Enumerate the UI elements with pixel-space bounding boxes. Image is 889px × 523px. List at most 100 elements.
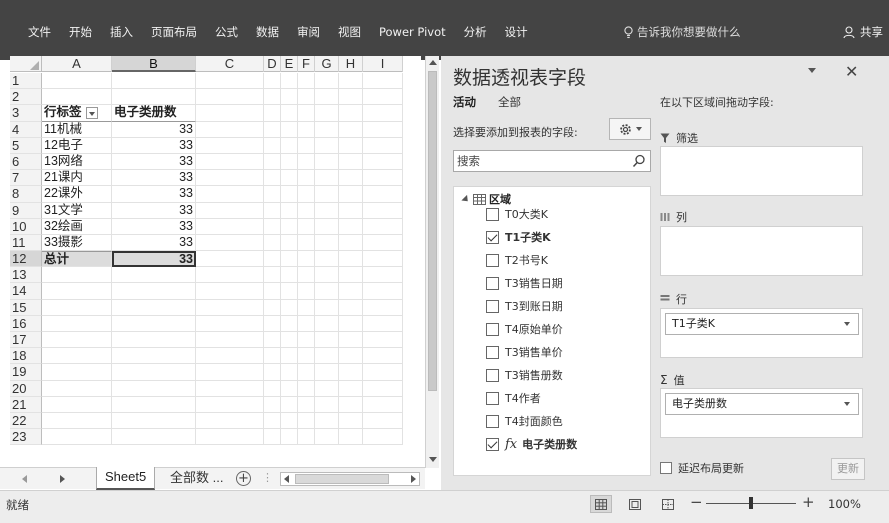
cell[interactable] <box>196 299 264 316</box>
field-item[interactable]: T3销售单价 <box>486 343 563 361</box>
cell[interactable] <box>264 429 281 446</box>
cell[interactable] <box>298 429 315 446</box>
column-header-e[interactable]: E <box>281 56 298 72</box>
column-header-b[interactable]: B <box>112 56 196 72</box>
sheet-tab-other[interactable]: 全部数 ... <box>166 468 227 489</box>
cell[interactable] <box>196 89 264 106</box>
pivot-row-label[interactable]: 31文学 <box>42 202 112 219</box>
cell[interactable] <box>298 73 315 90</box>
cell[interactable] <box>112 267 196 284</box>
add-sheet-button[interactable]: + <box>236 471 251 486</box>
field-item[interactable]: T1子类K <box>486 228 551 246</box>
cell[interactable] <box>281 380 298 397</box>
field-item[interactable]: T4作者 <box>486 389 541 407</box>
row-header[interactable]: 4 <box>10 121 42 138</box>
normal-view-button[interactable] <box>590 495 612 513</box>
cell[interactable] <box>363 89 403 106</box>
cell[interactable] <box>363 299 403 316</box>
cell[interactable] <box>339 153 363 171</box>
cell[interactable] <box>298 380 315 397</box>
cell[interactable] <box>264 332 281 349</box>
row-header[interactable]: 15 <box>10 299 42 316</box>
cell[interactable] <box>363 153 403 171</box>
search-icon[interactable] <box>632 154 646 168</box>
sheet-tab-active[interactable]: Sheet5 <box>96 467 156 490</box>
cell[interactable] <box>298 186 315 203</box>
field-item[interactable]: T2书号K <box>486 251 548 269</box>
cell[interactable] <box>315 396 339 413</box>
column-header-h[interactable]: H <box>339 56 363 72</box>
columns-drop-zone[interactable] <box>660 226 863 276</box>
cell[interactable] <box>363 380 403 397</box>
cell[interactable] <box>298 105 315 122</box>
cell[interactable] <box>315 73 339 90</box>
cell[interactable] <box>196 170 264 187</box>
cell[interactable] <box>298 364 315 381</box>
cell[interactable] <box>339 315 363 332</box>
cell[interactable] <box>298 153 315 171</box>
column-header-i[interactable]: I <box>363 56 403 72</box>
row-header[interactable]: 13 <box>10 267 42 284</box>
cell[interactable] <box>264 315 281 332</box>
select-all-corner[interactable] <box>10 56 42 72</box>
row-header[interactable]: 14 <box>10 283 42 300</box>
cell[interactable] <box>315 251 339 268</box>
cell[interactable] <box>42 348 112 365</box>
page-break-view-button[interactable] <box>657 495 679 513</box>
cell[interactable] <box>264 267 281 284</box>
cell[interactable] <box>363 186 403 203</box>
pivot-row-value[interactable]: 33 <box>112 121 196 138</box>
cell[interactable] <box>112 73 196 90</box>
cell[interactable] <box>298 89 315 106</box>
zoom-out-button[interactable]: − <box>690 493 703 511</box>
row-header[interactable]: 8 <box>10 186 42 203</box>
cell[interactable] <box>339 121 363 138</box>
cell[interactable] <box>363 348 403 365</box>
cell[interactable] <box>281 299 298 316</box>
cell[interactable] <box>363 283 403 300</box>
cell[interactable] <box>281 364 298 381</box>
cell[interactable] <box>196 396 264 413</box>
update-button[interactable]: 更新 <box>831 458 865 480</box>
cell[interactable] <box>363 251 403 268</box>
tab-design[interactable]: 设计 <box>496 21 537 43</box>
column-header-a[interactable]: A <box>42 56 112 72</box>
cell[interactable] <box>298 267 315 284</box>
cell[interactable] <box>298 121 315 138</box>
field-item[interactable]: T3销售册数 <box>486 366 563 384</box>
share-button[interactable]: 共享 <box>843 21 883 43</box>
values-field-item[interactable]: 电子类册数 <box>665 393 859 415</box>
cell[interactable] <box>281 73 298 90</box>
close-icon[interactable]: ✕ <box>845 62 858 81</box>
cell[interactable] <box>42 429 112 446</box>
cell[interactable] <box>315 170 339 187</box>
cell[interactable] <box>196 202 264 219</box>
field-checkbox[interactable] <box>486 253 499 267</box>
cell[interactable] <box>281 105 298 122</box>
row-header[interactable]: 6 <box>10 153 42 171</box>
cell[interactable] <box>264 283 281 300</box>
hscroll-thumb[interactable] <box>295 474 389 484</box>
tab-all-fields[interactable]: 全部 <box>498 94 521 110</box>
column-header-f[interactable]: F <box>298 56 315 72</box>
cell[interactable] <box>196 332 264 349</box>
grand-total-value[interactable]: 33 <box>112 251 196 268</box>
cell[interactable] <box>315 364 339 381</box>
rows-drop-zone[interactable]: T1子类K <box>660 308 863 358</box>
cell[interactable] <box>281 412 298 430</box>
cell[interactable] <box>42 267 112 284</box>
pivot-row-value[interactable]: 33 <box>112 137 196 154</box>
tab-review[interactable]: 审阅 <box>288 21 329 43</box>
row-header[interactable]: 16 <box>10 315 42 332</box>
field-checkbox[interactable] <box>486 322 499 336</box>
cell[interactable] <box>264 251 281 268</box>
field-checkbox[interactable] <box>486 414 499 428</box>
row-header[interactable]: 17 <box>10 332 42 349</box>
cell[interactable] <box>264 348 281 365</box>
cell[interactable] <box>112 283 196 300</box>
cell[interactable] <box>112 315 196 332</box>
cell[interactable] <box>264 396 281 413</box>
cell[interactable] <box>42 412 112 430</box>
sheet-prev-icon[interactable] <box>22 475 27 483</box>
cell[interactable] <box>339 380 363 397</box>
